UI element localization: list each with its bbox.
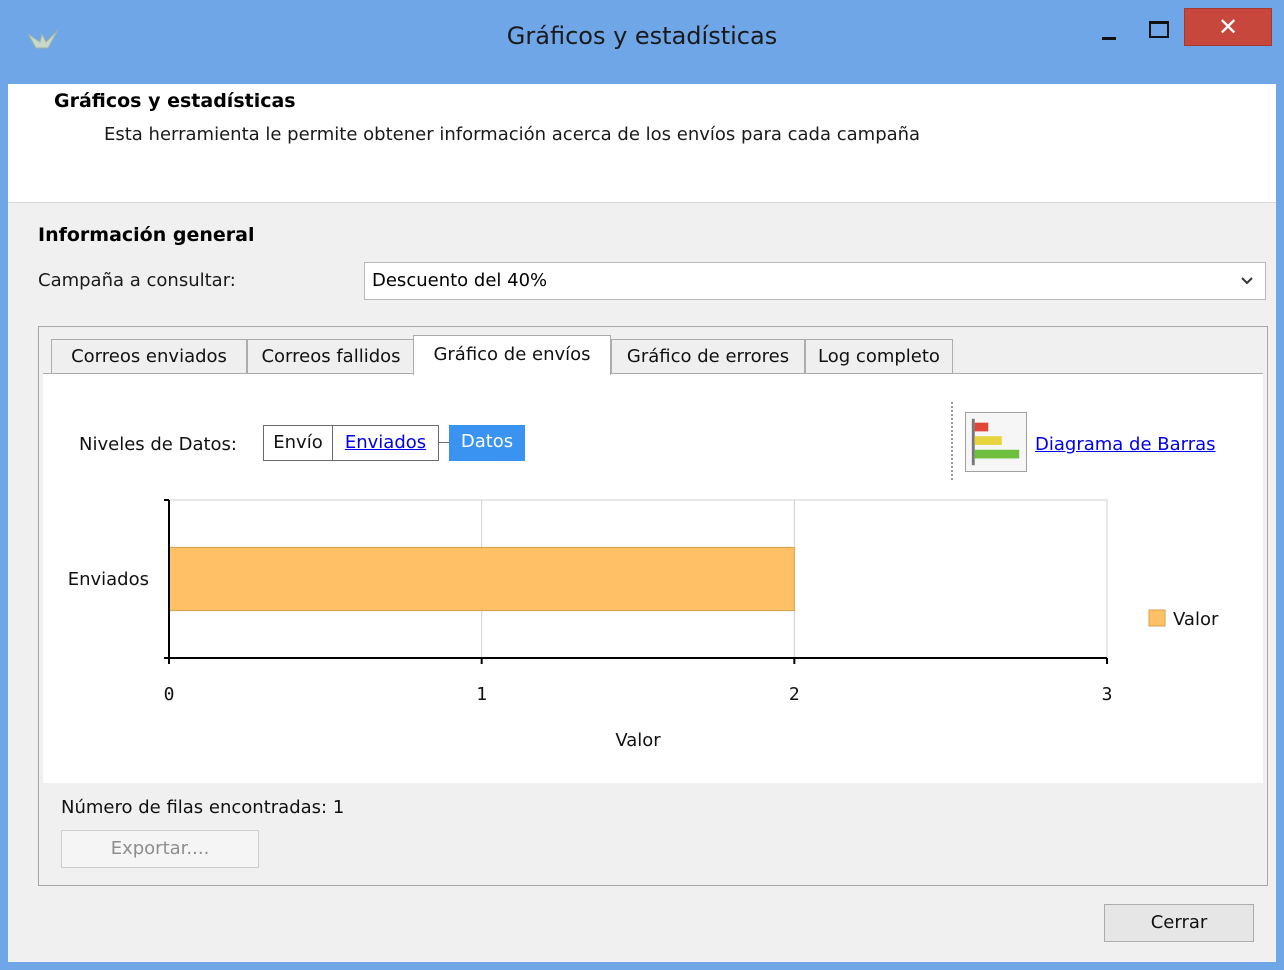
tab-correos-enviados[interactable]: Correos enviados: [51, 339, 247, 373]
title-bar[interactable]: Gráficos y estadísticas ✕: [0, 0, 1284, 84]
tab-correos-fallidos[interactable]: Correos fallidos: [247, 339, 415, 373]
export-button: Exportar....: [61, 830, 259, 868]
legend-swatch: [1148, 609, 1166, 627]
dialog-client-area: Gráficos y estadísticas Esta herramienta…: [8, 84, 1276, 962]
tab-log-completo[interactable]: Log completo: [805, 339, 953, 373]
x-axis-title: Valor: [615, 730, 661, 751]
header-panel: Gráficos y estadísticas Esta herramienta…: [8, 84, 1276, 203]
close-button[interactable]: Cerrar: [1104, 904, 1254, 942]
bar-chart-icon[interactable]: [965, 412, 1027, 472]
crumb-envio[interactable]: Envío: [263, 425, 333, 461]
dialog-window: Gráficos y estadísticas ✕ Gráficos y est…: [0, 0, 1284, 970]
category-label: Enviados: [68, 569, 149, 590]
bar: [168, 546, 795, 612]
chevron-down-icon: [1241, 277, 1253, 285]
campaign-select[interactable]: Descuento del 40%: [364, 262, 1266, 300]
rows-found-count: 1: [332, 797, 345, 818]
tab-grafico-errores[interactable]: Gráfico de errores: [611, 339, 805, 373]
close-icon: ✕: [1217, 13, 1239, 41]
tab-grafico-envios[interactable]: Gráfico de envíos: [413, 335, 611, 375]
x-tick-label: 1: [476, 684, 487, 705]
crumb-connector: [439, 442, 449, 443]
bar-chart: Enviados 0 1 2 3 Valor Valor: [68, 499, 1219, 751]
x-tick-label: 3: [1102, 684, 1113, 705]
rows-found-label: Número de filas encontradas:: [61, 797, 328, 818]
close-window-button[interactable]: ✕: [1184, 8, 1272, 46]
minimize-button[interactable]: [1090, 10, 1130, 44]
separator: [951, 402, 953, 480]
campaign-label: Campaña a consultar:: [38, 270, 236, 291]
rows-found: Número de filas encontradas: 1: [61, 797, 344, 818]
diagram-type-link[interactable]: Diagrama de Barras: [1035, 434, 1216, 455]
tab-content-grafico: Niveles de Datos: Envío Enviados Datos D…: [43, 373, 1263, 783]
x-tick-label: 0: [164, 684, 175, 705]
tab-control: Correos enviados Correos fallidos Gráfic…: [38, 326, 1268, 886]
crumb-enviados-link[interactable]: Enviados: [333, 425, 439, 461]
maximize-button[interactable]: [1138, 10, 1178, 44]
campaign-selected-value: Descuento del 40%: [372, 270, 548, 291]
section-title-general: Información general: [38, 224, 255, 246]
x-tick-label: 2: [789, 684, 800, 705]
crumb-datos-selected[interactable]: Datos: [449, 425, 525, 461]
header-title: Gráficos y estadísticas: [54, 90, 296, 112]
levels-label: Niveles de Datos:: [79, 434, 237, 455]
header-description: Esta herramienta le permite obtener info…: [104, 124, 921, 145]
legend-label: Valor: [1173, 609, 1219, 630]
